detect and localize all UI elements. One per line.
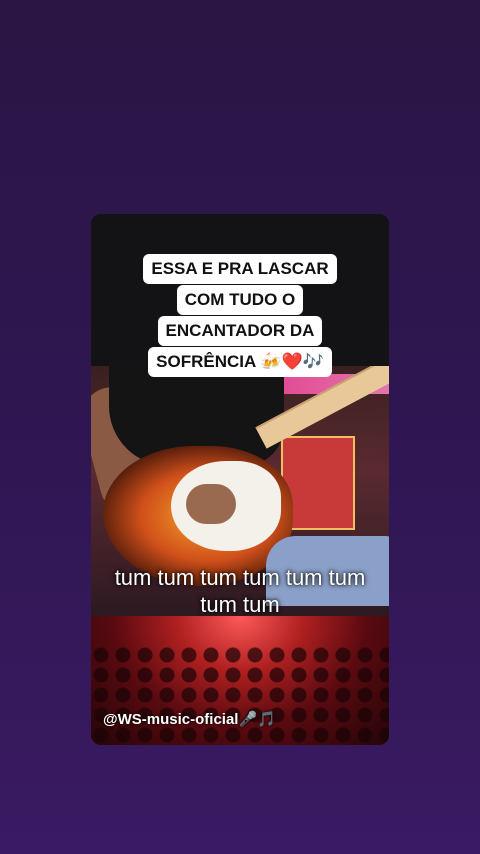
- caption-line-1: ESSA E PRA LASCAR: [143, 254, 337, 284]
- video-caption: ESSA E PRA LASCAR COM TUDO O ENCANTADOR …: [137, 254, 343, 378]
- lyrics-line-1: tum tum tum tum tum tum: [114, 565, 366, 590]
- lyrics-overlay: tum tum tum tum tum tum tum tum: [91, 564, 389, 618]
- caption-line-4: SOFRÊNCIA 🍻❤️🎶: [148, 347, 332, 377]
- strumming-hand-graphic: [186, 484, 236, 524]
- caption-line-2: COM TUDO O: [176, 285, 304, 315]
- lyrics-line-2: tum tum: [200, 592, 280, 617]
- caption-line-3: ENCANTADOR DA: [157, 316, 323, 346]
- creator-watermark: @WS-music-oficial🎤🎵: [103, 711, 276, 728]
- video-player[interactable]: ESSA E PRA LASCAR COM TUDO O ENCANTADOR …: [91, 214, 389, 745]
- crowd-heads-graphic: [91, 645, 389, 745]
